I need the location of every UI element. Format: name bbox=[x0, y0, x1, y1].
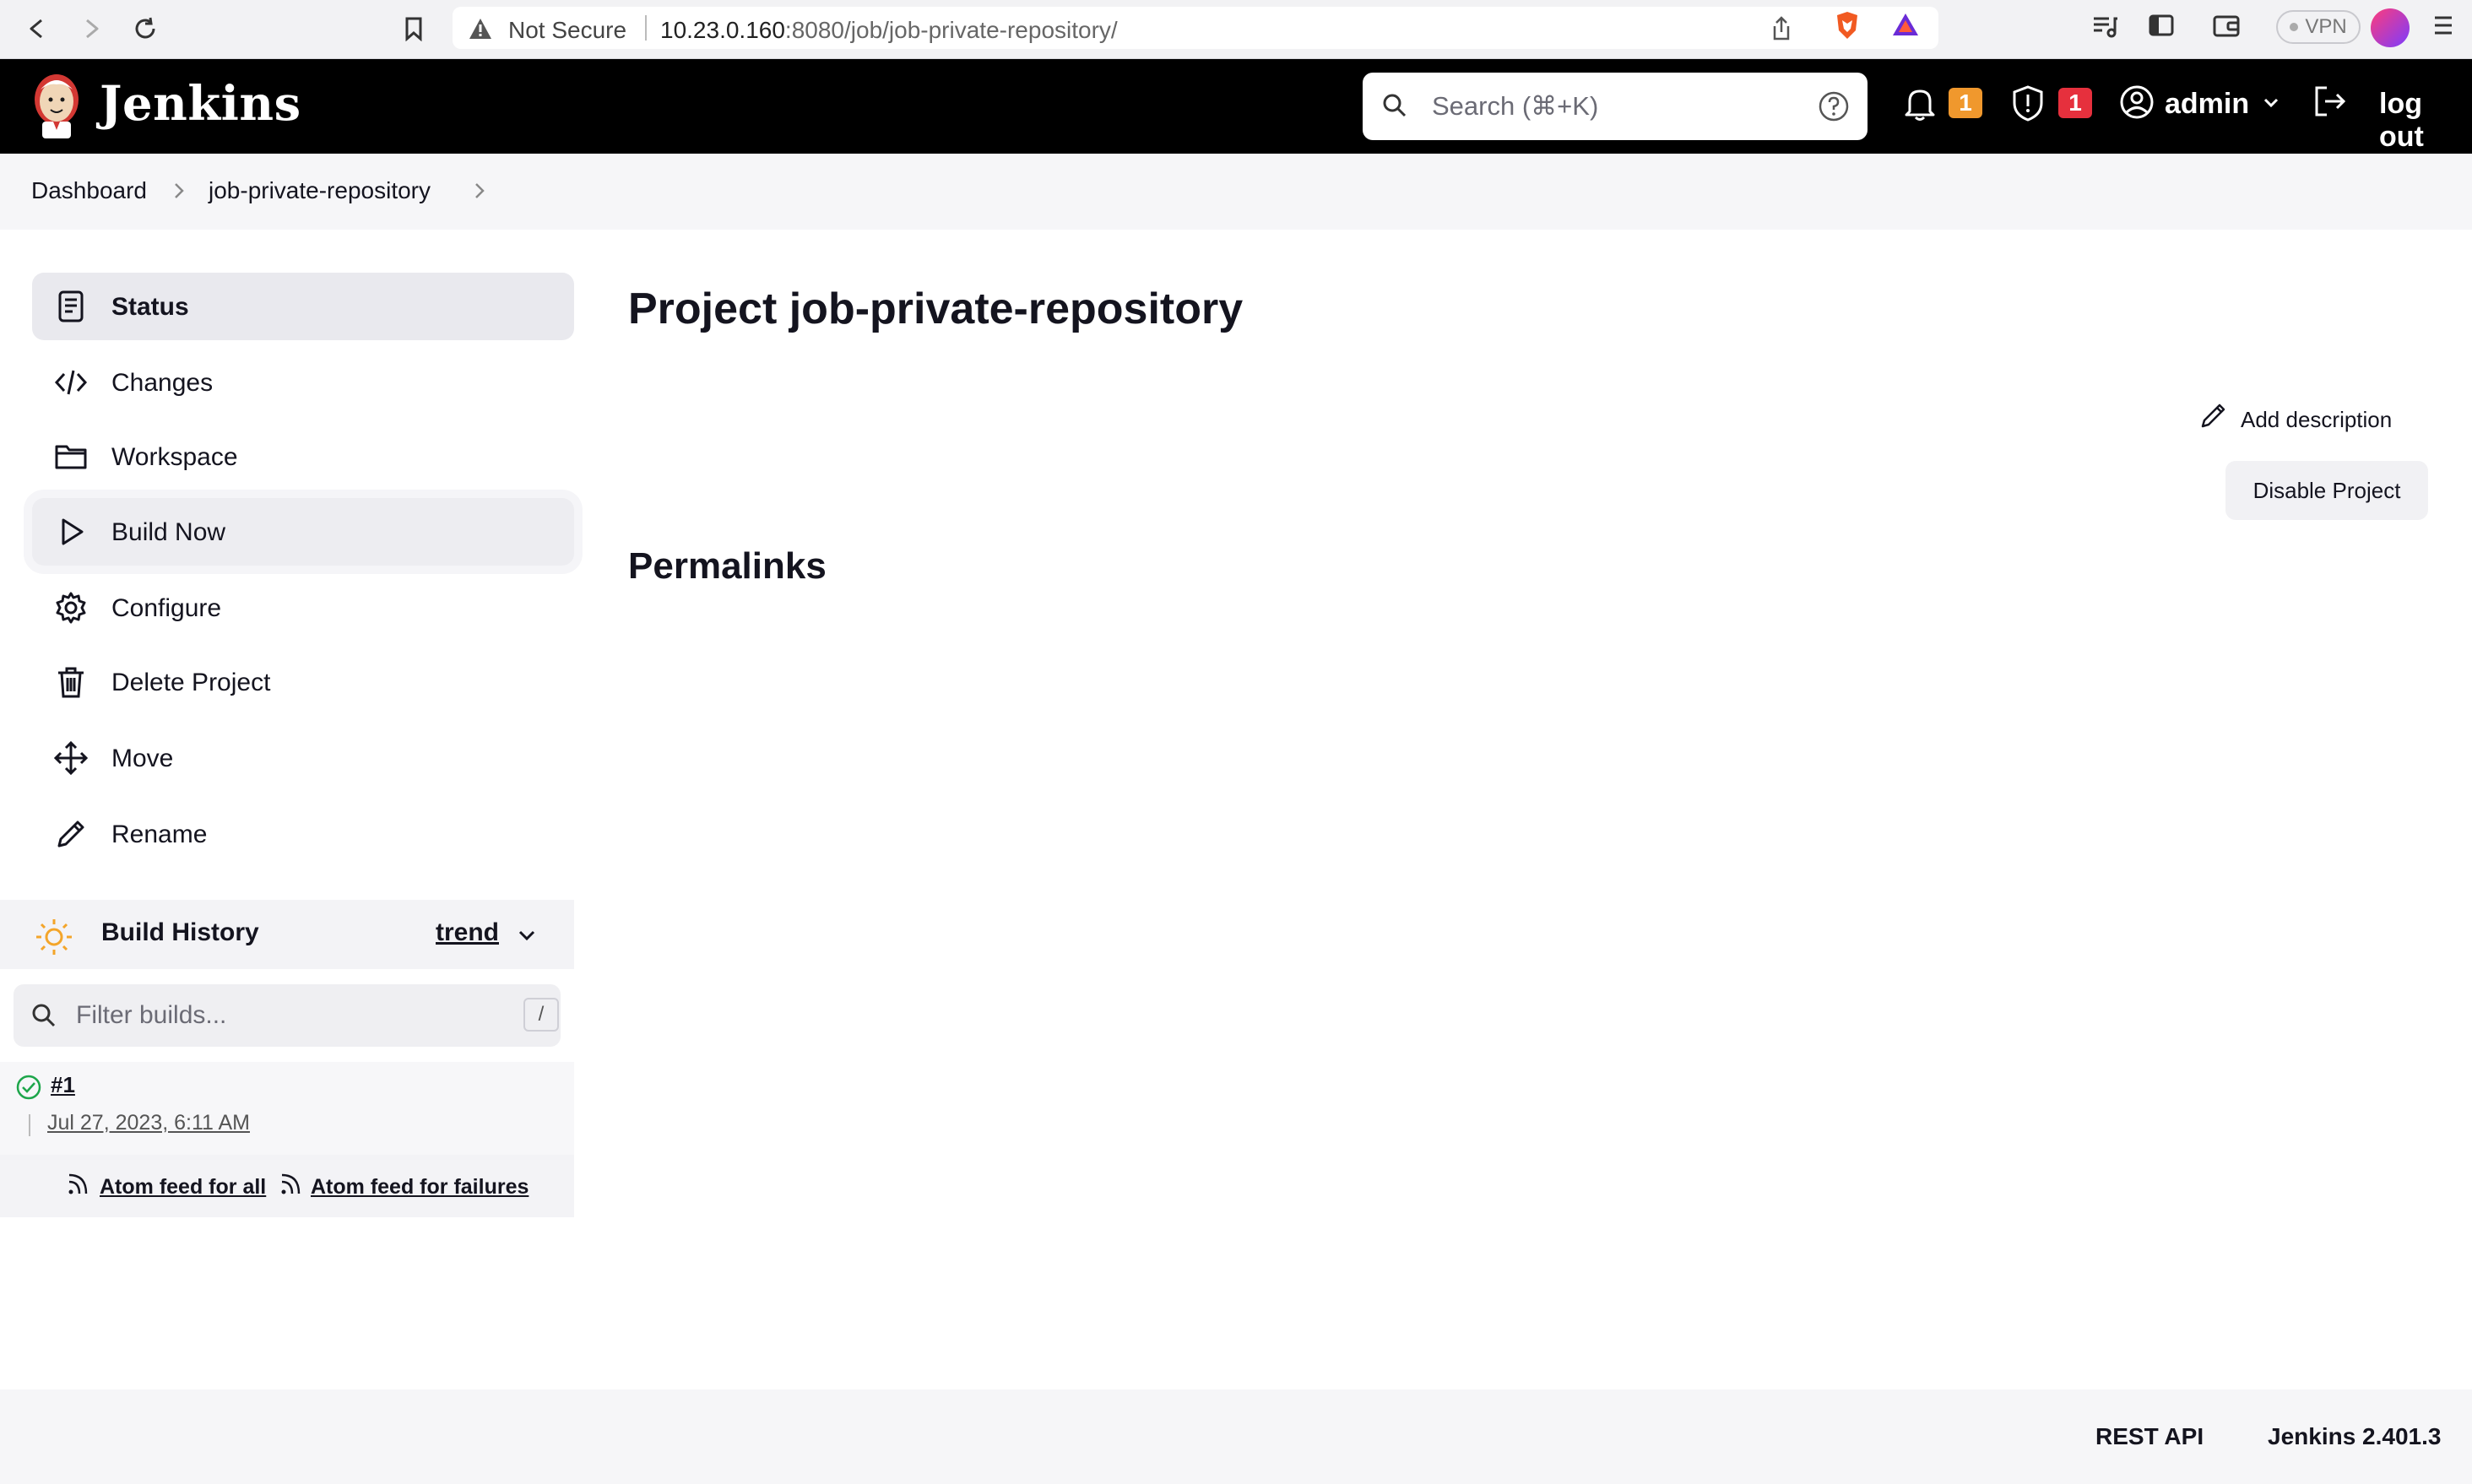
task-label: Workspace bbox=[111, 443, 238, 471]
build-history-header: Build History trend bbox=[0, 900, 574, 969]
build-history-title: Build History bbox=[101, 918, 259, 946]
trash-icon bbox=[58, 667, 84, 698]
brave-rewards-icon[interactable] bbox=[1891, 12, 1920, 37]
chevron-down-icon[interactable] bbox=[515, 923, 539, 947]
security-badge[interactable]: 1 bbox=[2058, 88, 2092, 118]
search-icon bbox=[32, 1004, 56, 1027]
wallet-icon[interactable] bbox=[2212, 12, 2241, 39]
breadcrumb: Dashboard job-private-repository bbox=[0, 154, 2472, 230]
url-text: 10.23.0.160:8080/job/job-private-reposit… bbox=[660, 17, 1118, 43]
task-label: Delete Project bbox=[111, 669, 271, 696]
permalinks-heading: Permalinks bbox=[628, 545, 827, 587]
task-configure[interactable]: Configure bbox=[32, 574, 574, 642]
atom-feed-failures-link[interactable]: Atom feed for failures bbox=[311, 1175, 529, 1200]
vpn-label: VPN bbox=[2305, 15, 2347, 38]
share-icon[interactable] bbox=[1770, 15, 1793, 42]
vpn-button[interactable]: VPN bbox=[2276, 10, 2361, 44]
reload-icon bbox=[135, 17, 155, 39]
search-input[interactable] bbox=[1432, 88, 1786, 125]
address-bar[interactable]: Not Secure 10.23.0.160:8080/job/job-priv… bbox=[453, 7, 1938, 49]
task-rename[interactable]: Rename bbox=[32, 800, 574, 868]
jenkins-version-link[interactable]: Jenkins 2.401.3 bbox=[2268, 1423, 2441, 1450]
play-icon bbox=[62, 518, 84, 545]
task-delete-project[interactable]: Delete Project bbox=[32, 648, 574, 716]
filter-builds-input[interactable] bbox=[76, 998, 498, 1033]
trend-link[interactable]: trend bbox=[436, 918, 499, 947]
jenkins-logo-icon[interactable] bbox=[30, 71, 83, 140]
task-label: Status bbox=[111, 293, 189, 321]
rest-api-link[interactable]: REST API bbox=[2095, 1423, 2204, 1450]
bookmark-icon bbox=[405, 17, 422, 41]
chevron-right-icon[interactable] bbox=[471, 179, 488, 203]
bell-icon[interactable] bbox=[1903, 84, 1937, 122]
build-number-link[interactable]: #1 bbox=[51, 1072, 75, 1098]
filter-builds-box[interactable]: / bbox=[14, 984, 561, 1047]
move-icon bbox=[54, 741, 88, 775]
back-button[interactable] bbox=[20, 12, 54, 46]
task-workspace[interactable]: Workspace bbox=[32, 423, 574, 490]
rss-icon bbox=[281, 1173, 301, 1194]
logout-link[interactable]: log out bbox=[2379, 88, 2472, 154]
task-move[interactable]: Move bbox=[32, 724, 574, 792]
task-label: Changes bbox=[111, 369, 214, 397]
build-row[interactable]: #1 Jul 27, 2023, 6:11 AM bbox=[0, 1062, 574, 1155]
browser-profile-avatar[interactable] bbox=[2371, 8, 2410, 47]
bookmark-button[interactable] bbox=[397, 12, 431, 46]
breadcrumb-job[interactable]: job-private-repository bbox=[209, 177, 431, 204]
task-changes[interactable]: Changes bbox=[32, 349, 574, 416]
logout-icon[interactable] bbox=[2312, 84, 2349, 118]
security-label: Not Secure bbox=[508, 17, 627, 43]
user-menu-label[interactable]: admin bbox=[2165, 88, 2249, 121]
playlist-icon[interactable] bbox=[2090, 12, 2119, 41]
menu-icon[interactable] bbox=[2431, 12, 2455, 39]
task-label: Configure bbox=[111, 594, 222, 622]
reload-button[interactable] bbox=[128, 12, 162, 46]
chevron-right-icon bbox=[175, 183, 184, 198]
atom-feed-all-link[interactable]: Atom feed for all bbox=[100, 1175, 266, 1200]
breadcrumb-dashboard[interactable]: Dashboard bbox=[31, 177, 147, 204]
forward-arrow-icon bbox=[86, 19, 99, 39]
warning-icon bbox=[469, 19, 491, 39]
user-avatar-icon[interactable] bbox=[2119, 84, 2155, 120]
search-box[interactable] bbox=[1363, 73, 1868, 140]
folder-icon bbox=[55, 445, 87, 469]
sidebar-toggle-icon[interactable] bbox=[2148, 12, 2175, 39]
sun-weather-icon bbox=[36, 919, 72, 955]
task-label: Move bbox=[111, 745, 174, 772]
chevron-down-icon[interactable] bbox=[2261, 93, 2281, 113]
forward-button[interactable] bbox=[74, 12, 108, 46]
build-date-link[interactable]: Jul 27, 2023, 6:11 AM bbox=[47, 1111, 250, 1135]
browser-toolbar: Not Secure 10.23.0.160:8080/job/job-priv… bbox=[0, 0, 2472, 59]
task-label: Rename bbox=[111, 821, 208, 848]
keyboard-shortcut-hint: / bbox=[523, 998, 559, 1032]
app-title[interactable]: Jenkins bbox=[100, 76, 301, 132]
task-build-now[interactable]: Build Now bbox=[32, 498, 574, 566]
status-icon bbox=[58, 290, 84, 322]
add-description-link[interactable]: Add description bbox=[2241, 407, 2392, 433]
disable-project-button[interactable]: Disable Project bbox=[2225, 461, 2428, 520]
atom-feeds: Atom feed for all Atom feed for failures bbox=[0, 1155, 574, 1217]
vpn-status-dot bbox=[2290, 23, 2299, 31]
gear-icon bbox=[56, 592, 86, 624]
jenkins-header: Jenkins 1 1 admin log out bbox=[0, 59, 2472, 154]
help-icon[interactable] bbox=[1817, 89, 1851, 123]
page-title: Project job-private-repository bbox=[628, 284, 1244, 333]
search-icon bbox=[1383, 94, 1407, 117]
shield-icon[interactable] bbox=[2011, 84, 2045, 122]
rss-icon bbox=[68, 1173, 88, 1194]
code-icon bbox=[54, 370, 88, 395]
build-timeline-bar bbox=[29, 1114, 30, 1136]
edit-pencil-icon[interactable] bbox=[2198, 400, 2229, 431]
task-status[interactable]: Status bbox=[32, 273, 574, 340]
page-footer: REST API Jenkins 2.401.3 bbox=[0, 1389, 2472, 1484]
back-arrow-icon bbox=[30, 19, 42, 39]
brave-shield-icon[interactable] bbox=[1834, 10, 1861, 41]
pencil-icon bbox=[57, 821, 84, 848]
notification-badge[interactable]: 1 bbox=[1949, 88, 1982, 118]
success-check-icon bbox=[16, 1075, 41, 1100]
task-label: Build Now bbox=[111, 518, 226, 546]
url-divider bbox=[645, 15, 647, 41]
